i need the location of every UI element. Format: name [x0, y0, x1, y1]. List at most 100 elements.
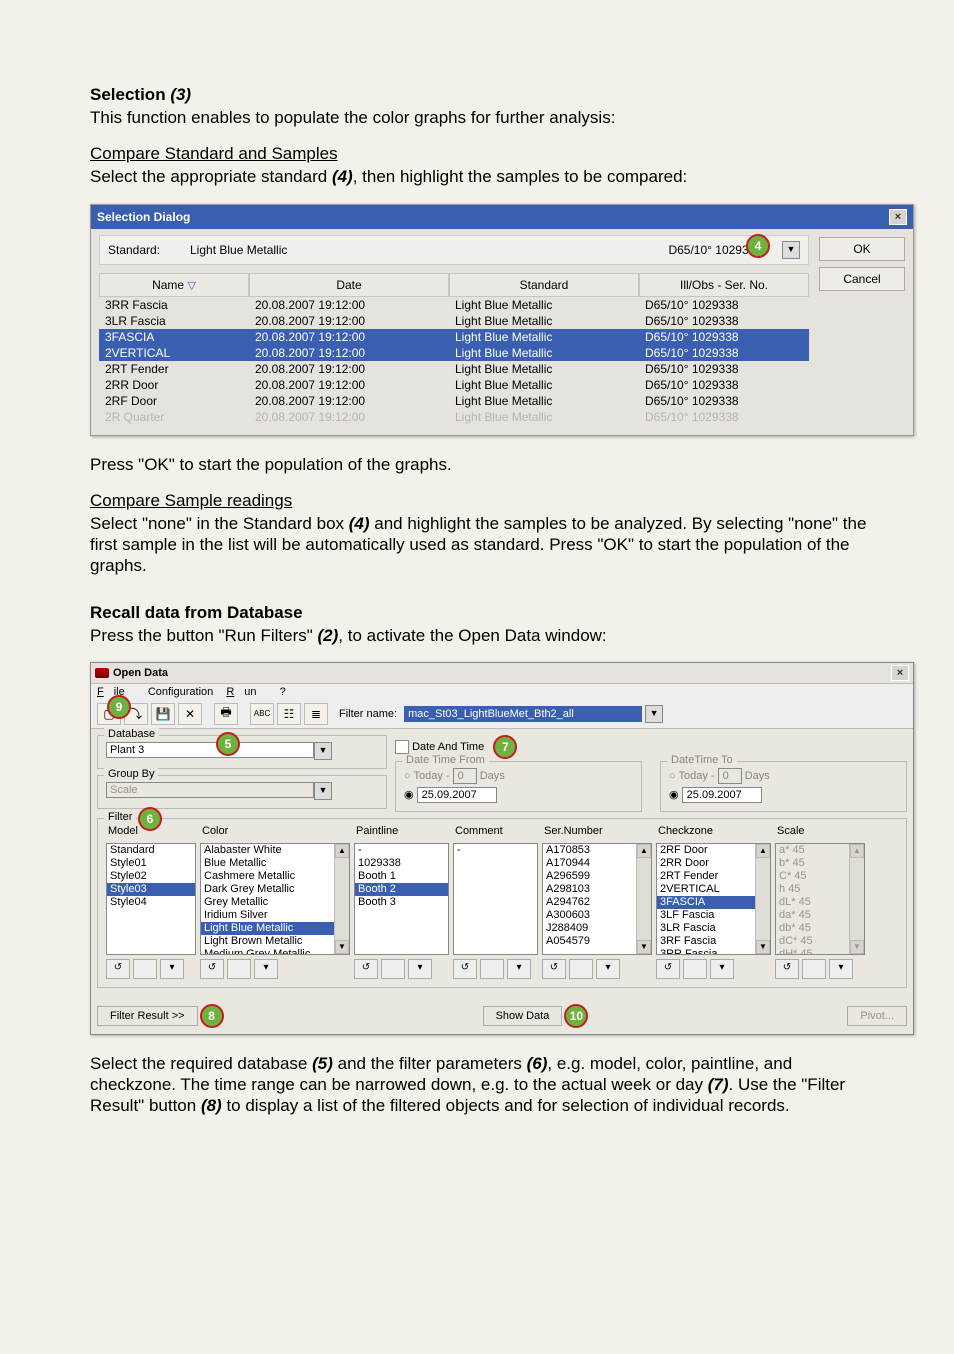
fc-head-paintline: Paintline	[354, 825, 449, 839]
table-row: 3FASCIA20.08.2007 19:12:00Light Blue Met…	[99, 329, 809, 345]
press-ok-text: Press "OK" to start the population of th…	[90, 454, 874, 475]
selection-heading: Selection (3)	[90, 85, 874, 105]
selection-dialog: Selection Dialog × Standard: Light Blue …	[90, 204, 914, 436]
compare-sample-heading: Compare Sample readings	[90, 491, 874, 511]
sample-list-header: Name ▽ Date Standard Ill/Obs - Ser. No.	[99, 273, 809, 297]
scroll-up-icon[interactable]: ▲	[756, 844, 770, 858]
nav-sernumber: ↺▾	[542, 959, 652, 979]
close-icon[interactable]: ×	[889, 209, 907, 225]
color-list[interactable]: ▲▼ Alabaster White Blue Metallic Cashmer…	[200, 843, 350, 955]
fc-head-checkzone: Checkzone	[656, 825, 771, 839]
menu-run[interactable]: Run	[226, 686, 266, 698]
from-today-radio[interactable]: ○	[404, 770, 411, 782]
table-row: 2RT Fender20.08.2007 19:12:00Light Blue …	[99, 361, 809, 377]
od-title: Open Data	[113, 667, 168, 679]
standard-label: Standard:	[108, 243, 178, 257]
menu-configuration[interactable]: Configuration	[148, 686, 213, 698]
scroll-up-icon[interactable]: ▲	[637, 844, 651, 858]
to-date-input[interactable]: 25.09.2007	[682, 787, 762, 803]
final-paragraph: Select the required database (5) and the…	[90, 1053, 874, 1117]
close-icon[interactable]: ×	[891, 665, 909, 681]
fc-head-sernumber: Ser.Number	[542, 825, 652, 839]
print-icon[interactable]: 🖶	[214, 703, 238, 725]
col-date[interactable]: Date	[249, 273, 449, 297]
filter-result-button[interactable]: Filter Result >>	[97, 1006, 198, 1026]
nav-checkzone: ↺▾	[656, 959, 771, 979]
scroll-down-icon[interactable]: ▼	[850, 940, 864, 954]
filter-name-select[interactable]: mac_St03_LightBlueMet_Bth2_all	[404, 706, 642, 722]
list-icon[interactable]: ≣	[304, 703, 328, 725]
comment-list[interactable]: -	[453, 843, 538, 955]
scroll-down-icon[interactable]: ▼	[756, 940, 770, 954]
groupby-group: Group By Scale▼	[97, 775, 387, 809]
od-titlebar: Open Data ×	[91, 663, 913, 684]
scroll-up-icon[interactable]: ▲	[850, 844, 864, 858]
callout-9: 9	[107, 695, 131, 719]
scroll-up-icon[interactable]: ▲	[335, 844, 349, 858]
callout-5: 5	[216, 732, 240, 756]
callout-8: 8	[200, 1004, 224, 1028]
selection-heading-ref: (3)	[170, 85, 191, 104]
filter-group-title: Filter	[104, 811, 136, 823]
checkzone-list[interactable]: ▲▼ 2RF Door 2RR Door 2RT Fender 2VERTICA…	[656, 843, 771, 955]
recall-heading: Recall data from Database	[90, 603, 874, 623]
to-date-radio[interactable]: ◉	[669, 789, 679, 801]
sernumber-list[interactable]: ▲▼ A170853 A170944 A296599 A298103 A2947…	[542, 843, 652, 955]
col-standard[interactable]: Standard	[449, 273, 639, 297]
date-from-title: Date Time From	[402, 754, 489, 766]
database-group: Database Plant 3▼ 5	[97, 735, 387, 769]
menu-help[interactable]: ?	[280, 686, 286, 698]
fc-head-comment: Comment	[453, 825, 538, 839]
tree-icon[interactable]: ☷	[277, 703, 301, 725]
table-row: 2RR Door20.08.2007 19:12:00Light Blue Me…	[99, 377, 809, 393]
dialog-titlebar: Selection Dialog ×	[91, 205, 913, 229]
standard-value: Light Blue Metallic	[190, 243, 652, 257]
table-row: 2VERTICAL20.08.2007 19:12:00Light Blue M…	[99, 345, 809, 361]
date-from-group: Date Time From ○ Today - 0 Days ◉ 25.09.…	[395, 761, 642, 812]
cancel-button[interactable]: Cancel	[819, 267, 905, 291]
to-today-radio[interactable]: ○	[669, 770, 676, 782]
database-dropdown[interactable]: ▼	[314, 742, 332, 760]
standard-dropdown[interactable]: ▼	[782, 241, 800, 259]
nav-blank[interactable]	[133, 959, 157, 979]
datetime-label: Date And Time	[412, 741, 484, 753]
database-select[interactable]: Plant 3	[106, 742, 314, 758]
table-row: 3LR Fascia20.08.2007 19:12:00Light Blue …	[99, 313, 809, 329]
abc-icon[interactable]: ABC	[250, 703, 274, 725]
nav-color: ↺▾	[200, 959, 350, 979]
from-date-radio[interactable]: ◉	[404, 789, 414, 801]
scroll-down-icon[interactable]: ▼	[335, 940, 349, 954]
paintline-list[interactable]: - 1029338 Booth 1 Booth 2 Booth 3	[354, 843, 449, 955]
nav-model: ↺▾	[106, 959, 196, 979]
show-data-button[interactable]: Show Data	[483, 1006, 563, 1026]
ok-button[interactable]: OK	[819, 237, 905, 261]
funnel-icon[interactable]: ▽	[187, 279, 195, 292]
fc-head-scale: Scale	[775, 825, 865, 839]
filter-name-dropdown[interactable]: ▼	[645, 705, 663, 723]
callout-4: 4	[746, 234, 770, 258]
model-list[interactable]: Standard Style01 Style02 Style03 Style04	[106, 843, 196, 955]
delete-icon[interactable]: ✕	[178, 703, 202, 725]
selection-heading-a: Selection	[90, 85, 170, 104]
selection-intro: This function enables to populate the co…	[90, 107, 874, 128]
save-icon[interactable]: 💾	[151, 703, 175, 725]
from-date-input[interactable]: 25.09.2007	[417, 787, 497, 803]
date-to-title: DateTime To	[667, 754, 737, 766]
sample-list[interactable]: 3RR Fascia20.08.2007 19:12:00Light Blue …	[99, 297, 809, 425]
filter-group: Filter 6 Model Color Paintline Comment S…	[97, 818, 907, 988]
groupby-select: Scale	[106, 782, 314, 798]
datetime-checkbox[interactable]	[395, 740, 409, 754]
to-today-days: 0	[718, 768, 742, 784]
callout-7: 7	[493, 735, 517, 759]
nav-down-icon[interactable]: ▾	[160, 959, 184, 979]
open-data-window: Open Data × File Configuration Run ? ▢ 9…	[90, 662, 914, 1035]
scroll-down-icon[interactable]: ▼	[637, 940, 651, 954]
date-to-group: DateTime To ○ Today - 0 Days ◉ 25.09.200…	[660, 761, 907, 812]
groupby-dropdown: ▼	[314, 782, 332, 800]
col-illobs[interactable]: Ill/Obs - Ser. No.	[639, 273, 809, 297]
col-name[interactable]: Name ▽	[99, 273, 249, 297]
table-row: 3RR Fascia20.08.2007 19:12:00Light Blue …	[99, 297, 809, 313]
from-today-days: 0	[453, 768, 477, 784]
dialog-title: Selection Dialog	[97, 210, 190, 224]
nav-up-icon[interactable]: ↺	[106, 959, 130, 979]
